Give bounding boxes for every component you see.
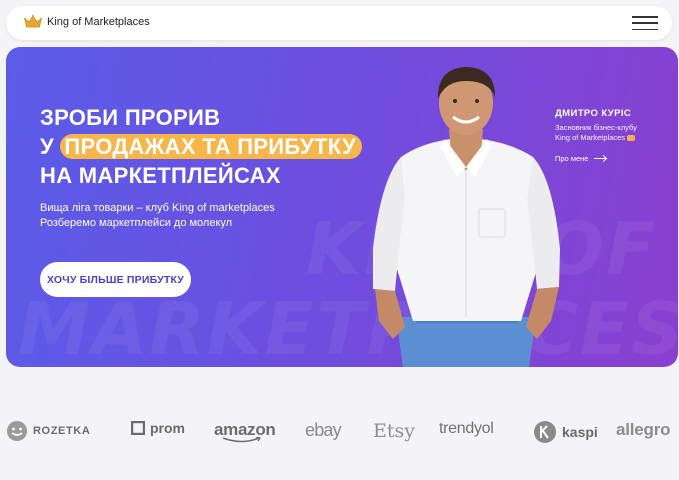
subtitle-line-2: Розберемо маркетплейси до молекул bbox=[40, 217, 233, 229]
amazon-logo: amazon bbox=[214, 420, 276, 443]
about-me-label: Про мене bbox=[555, 154, 589, 163]
hero-banner: KING OF MARKETPLACES ЗРОБИ ПРОРИВ У ПРОД… bbox=[6, 47, 678, 367]
headline-prefix: У bbox=[40, 134, 54, 159]
logo-text: King of Marketplaces bbox=[47, 15, 150, 28]
kaspi-text: kaspi bbox=[562, 424, 598, 440]
prom-logo: prom bbox=[131, 420, 185, 436]
crown-icon bbox=[24, 15, 42, 28]
founder-info: ДМИТРО КУРІС Засновник бізнес-клубу King… bbox=[555, 108, 637, 163]
rozetka-smile-icon bbox=[7, 421, 27, 441]
founder-name: ДМИТРО КУРІС bbox=[555, 108, 632, 119]
founder-role-line-1: Засновник бізнес-клубу bbox=[555, 123, 637, 132]
prom-square-icon bbox=[131, 421, 145, 435]
ebay-text: ebay bbox=[305, 420, 342, 440]
prom-text: prom bbox=[150, 420, 185, 436]
menu-icon[interactable] bbox=[632, 16, 658, 30]
headline-line-1: ЗРОБИ ПРОРИВ bbox=[40, 105, 221, 130]
amazon-smile-icon bbox=[222, 437, 262, 443]
kaspi-icon bbox=[534, 421, 556, 443]
ebay-logo: ebay bbox=[305, 420, 342, 441]
about-me-link[interactable]: Про мене bbox=[555, 154, 637, 163]
rozetka-logo: ROZETKA bbox=[6, 420, 90, 442]
founder-role-club: King of Marketplaces bbox=[555, 133, 626, 142]
cta-button[interactable]: ХОЧУ БІЛЬШЕ ПРИБУТКУ bbox=[40, 262, 191, 297]
headline-line-2: У ПРОДАЖАХ ТА ПРИБУТКУ bbox=[40, 132, 362, 161]
headline-line-3: НА МАРКЕТПЛЕЙСАХ bbox=[40, 163, 281, 188]
founder-role: Засновник бізнес-клубу King of Marketpla… bbox=[555, 123, 637, 143]
headline-highlight: ПРОДАЖАХ ТА ПРИБУТКУ bbox=[60, 134, 362, 159]
founder-role-line-2: King of Marketplaces bbox=[555, 133, 637, 143]
crown-badge-icon bbox=[627, 135, 636, 142]
allegro-text: allegro bbox=[616, 420, 671, 439]
subtitle-line-1: Вища ліга товарки – клуб King of marketp… bbox=[40, 202, 275, 214]
marketplace-logos: ROZETKA prom amazon ebay Etsy trendyol k… bbox=[0, 410, 679, 460]
arrow-right-icon bbox=[594, 158, 607, 159]
etsy-logo: Etsy bbox=[373, 420, 415, 442]
hero-headline: ЗРОБИ ПРОРИВ У ПРОДАЖАХ ТА ПРИБУТКУ НА М… bbox=[40, 103, 362, 190]
hero-subtitle: Вища ліга товарки – клуб King of marketp… bbox=[40, 201, 275, 231]
trendyol-logo: trendyol bbox=[439, 420, 494, 438]
kaspi-logo: kaspi bbox=[533, 420, 598, 444]
hero-watermark-bottom: MARKETPLACES bbox=[18, 287, 678, 367]
site-logo[interactable]: King of Marketplaces bbox=[24, 15, 150, 28]
top-navigation-bar: King of Marketplaces bbox=[6, 6, 672, 40]
trendyol-text: trendyol bbox=[439, 420, 494, 437]
founder-photo bbox=[373, 67, 560, 367]
rozetka-text: ROZETKA bbox=[33, 425, 91, 437]
allegro-logo: allegro bbox=[616, 420, 671, 440]
etsy-text: Etsy bbox=[373, 420, 415, 442]
